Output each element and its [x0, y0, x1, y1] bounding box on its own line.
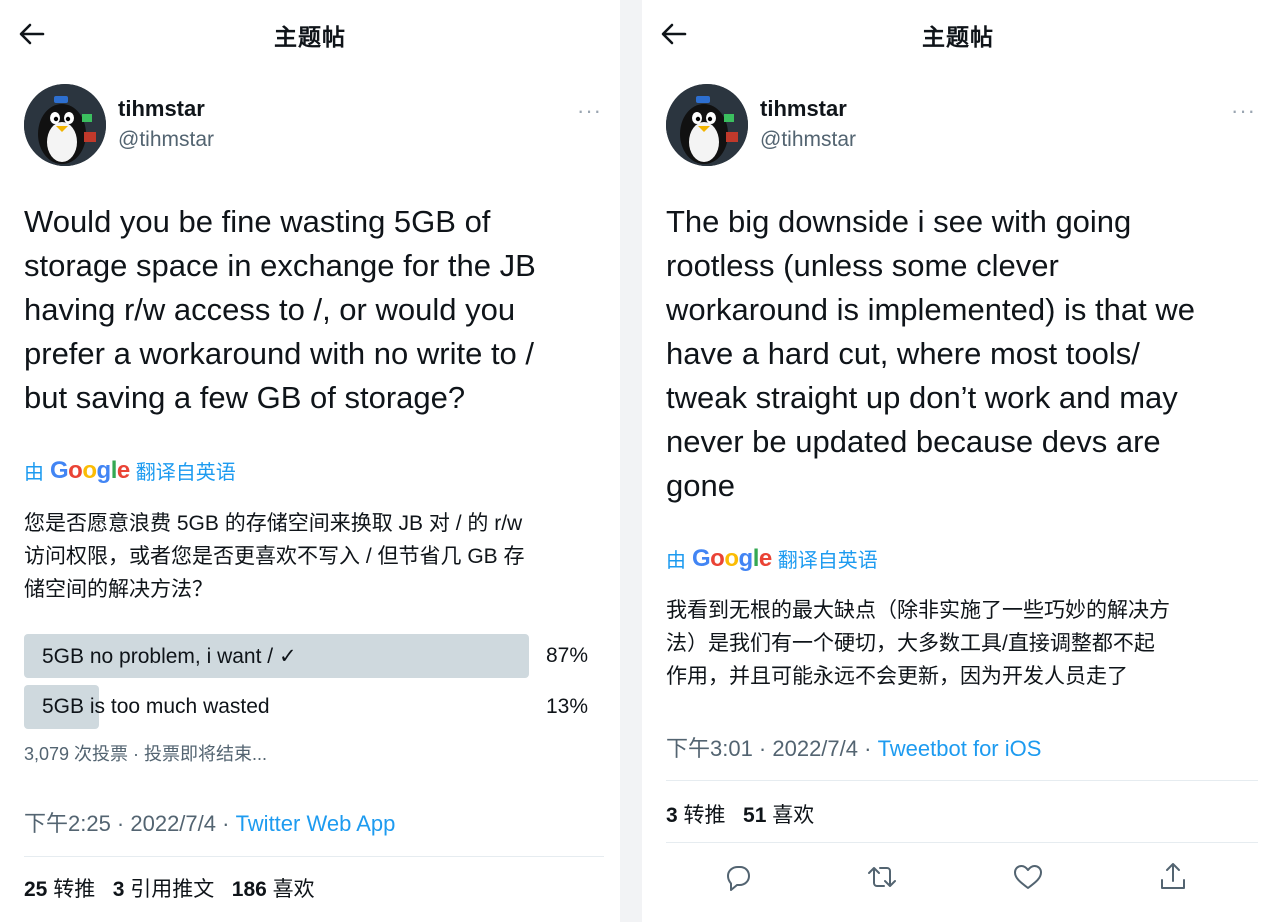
reply-icon[interactable]: [720, 859, 756, 895]
translate-label: 翻译自英语: [777, 550, 878, 572]
poll-option: 5GB no problem, i want / ✓ 87%: [24, 634, 590, 678]
top-bar: 主题帖: [0, 0, 620, 68]
like-count[interactable]: 51: [743, 804, 766, 827]
like-count[interactable]: 186: [232, 878, 267, 901]
left-tweet-panel: 主题帖 tihmstar @tihmstar ··· Would you be …: [0, 0, 620, 922]
author-name[interactable]: tihmstar: [760, 96, 847, 122]
poll-option-percent: 87%: [545, 644, 588, 667]
translate-link[interactable]: 由 Google 翻译自英语: [24, 456, 236, 485]
tweet-text: The big downside i see with going rootle…: [666, 200, 1256, 508]
translate-label: 翻译自英语: [135, 462, 236, 484]
google-logo: Google: [50, 456, 130, 484]
tweet-line: rootless (unless some clever: [666, 248, 1059, 283]
translated-text: 您是否愿意浪费 5GB 的存储空间来换取 JB 对 / 的 r/w 访问权限，或…: [24, 507, 604, 606]
poll-meta: 3,079 次投票 · 投票即将结束...: [24, 744, 268, 764]
retweet-label[interactable]: 转推: [53, 878, 95, 901]
penguin-avatar-icon: [24, 84, 106, 166]
divider: [24, 856, 604, 857]
page-title: 主题帖: [922, 24, 994, 50]
retweet-count[interactable]: 25: [24, 878, 47, 901]
top-bar: 主题帖: [642, 0, 1274, 68]
tweet-timestamp: 下午2:25 · 2022/7/4 · Twitter Web App: [24, 806, 395, 838]
tweet-line: gone: [666, 468, 735, 503]
tweet-timestamp: 下午3:01 · 2022/7/4 · Tweetbot for iOS: [666, 731, 1041, 763]
translate-link[interactable]: 由 Google 翻译自英语: [666, 544, 878, 573]
retweet-icon[interactable]: [864, 859, 900, 895]
author-name[interactable]: tihmstar: [118, 96, 205, 122]
avatar[interactable]: [666, 84, 748, 166]
translate-by: 由: [24, 462, 44, 484]
source-link[interactable]: Tweetbot for iOS: [878, 736, 1042, 761]
tweet-line: Would you be fine wasting 5GB of: [24, 204, 491, 239]
poll-option-label: 5GB no problem, i want / ✓: [42, 645, 297, 668]
like-label[interactable]: 喜欢: [772, 804, 814, 827]
translated-line: 法）是我们有一个硬切，大多数工具/直接调整都不起: [666, 632, 1155, 655]
retweet-label[interactable]: 转推: [684, 804, 726, 827]
poll-option-percent: 13%: [545, 695, 588, 718]
share-icon[interactable]: [1155, 859, 1191, 895]
tweet-line: having r/w access to /, or would you: [24, 292, 516, 327]
tweet-line: tweak straight up don’t work and may: [666, 380, 1178, 415]
tweet-stats: 25 转推 3 引用推文 186 喜欢: [24, 873, 315, 903]
tweet-line: have a hard cut, where most tools/: [666, 336, 1140, 371]
translated-line: 访问权限，或者您是否更喜欢不写入 / 但节省几 GB 存: [24, 545, 525, 568]
page-title: 主题帖: [274, 24, 346, 50]
tweet-line: prefer a workaround with no write to /: [24, 336, 535, 371]
translated-line: 储空间的解决方法？: [24, 578, 213, 601]
tweet-line: workaround is implemented) is that we: [666, 292, 1195, 327]
right-tweet-panel: 主题帖 tihmstar @tihmstar ··· The big downs…: [642, 0, 1274, 922]
tweet-stats: 3 转推 51 喜欢: [666, 799, 814, 829]
poll-option-label: 5GB is too much wasted: [42, 695, 270, 718]
more-icon[interactable]: ···: [577, 98, 602, 124]
quote-label[interactable]: 引用推文: [130, 878, 214, 901]
timestamp-text: 下午2:25 · 2022/7/4 ·: [24, 811, 236, 836]
like-label[interactable]: 喜欢: [273, 878, 315, 901]
translated-line: 您是否愿意浪费 5GB 的存储空间来换取 JB 对 / 的 r/w: [24, 512, 523, 535]
like-icon[interactable]: [1010, 859, 1046, 895]
tweet-text: Would you be fine wasting 5GB of storage…: [24, 200, 594, 420]
retweet-count[interactable]: 3: [666, 804, 678, 827]
author-handle: @tihmstar: [760, 128, 856, 151]
divider: [666, 842, 1258, 843]
poll-option: 5GB is too much wasted 13%: [24, 685, 590, 729]
quote-count[interactable]: 3: [113, 878, 125, 901]
action-bar: [642, 855, 1274, 899]
translate-by: 由: [666, 550, 686, 572]
tweet-line: The big downside i see with going: [666, 204, 1132, 239]
translated-line: 作用，并且可能永远不会更新，因为开发人员走了: [666, 665, 1128, 688]
google-logo: Google: [692, 544, 772, 572]
avatar[interactable]: [24, 84, 106, 166]
tweet-line: but saving a few GB of storage?: [24, 380, 466, 415]
timestamp-text: 下午3:01 · 2022/7/4 ·: [666, 736, 878, 761]
translated-text: 我看到无根的最大缺点（除非实施了一些巧妙的解决方 法）是我们有一个硬切，大多数工…: [666, 594, 1256, 693]
divider: [666, 780, 1258, 781]
more-icon[interactable]: ···: [1231, 98, 1256, 124]
author-handle: @tihmstar: [118, 128, 214, 151]
tweet-line: storage space in exchange for the JB: [24, 248, 536, 283]
panel-divider: [620, 0, 642, 922]
translated-line: 我看到无根的最大缺点（除非实施了一些巧妙的解决方: [666, 599, 1170, 622]
source-link[interactable]: Twitter Web App: [236, 811, 396, 836]
penguin-avatar-icon: [666, 84, 748, 166]
tweet-line: never be updated because devs are: [666, 424, 1161, 459]
